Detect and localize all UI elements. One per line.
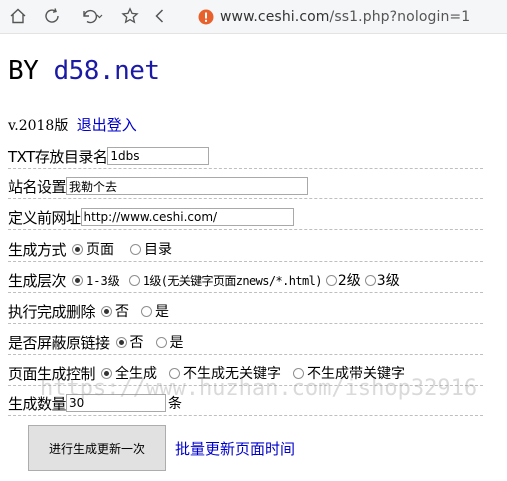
count-label: 生成数量 — [8, 394, 67, 413]
logout-link[interactable]: 退出登入 — [77, 116, 137, 134]
txt-dir-input[interactable] — [107, 147, 210, 165]
txt-dir-row: TXT存放目录名 — [8, 144, 483, 169]
address-bar[interactable]: www.ceshi.com/ss1.php?nologin=1 — [198, 5, 498, 29]
url-host: www.ceshi.com — [220, 9, 330, 25]
by-text: BY — [8, 56, 39, 86]
page-control-radio-with-keyword[interactable] — [293, 367, 305, 379]
shield-option-no: 否 — [129, 335, 144, 351]
gen-level-row: 生成层次 1-3级 1级(无关键字页面znews/*.html) 2级 3级 — [8, 268, 483, 293]
url-path: /ss1.php?nologin=1 — [329, 9, 471, 25]
gen-mode-radio-page[interactable] — [72, 243, 84, 255]
page-control-row: 页面生成控制 全生成 不生成无关键字 不生成带关键字 — [8, 361, 483, 386]
page-control-option-no-keyword: 不生成无关键字 — [183, 366, 282, 382]
version-label: v.2018版 — [8, 118, 69, 134]
gen-level-radio-1-3[interactable] — [72, 274, 84, 286]
gen-level-option-1: 1级(无关键字页面znews/*.html) — [142, 273, 323, 288]
url-row: 定义前网址 — [8, 205, 483, 230]
gen-mode-radio-dir[interactable] — [130, 243, 142, 255]
page-control-option-all: 全生成 — [115, 366, 158, 382]
gen-level-label: 生成层次 — [8, 271, 67, 290]
shield-option-yes: 是 — [169, 335, 184, 351]
url-label: 定义前网址 — [8, 208, 81, 227]
delete-option-yes: 是 — [155, 304, 170, 320]
page-control-option-with-keyword: 不生成带关键字 — [307, 366, 406, 382]
back-icon[interactable] — [148, 4, 172, 28]
site-link[interactable]: d58.net — [53, 56, 160, 86]
gen-mode-option-page: 页面 — [86, 242, 115, 258]
page-control-radio-no-keyword[interactable] — [169, 367, 181, 379]
page-control-label: 页面生成控制 — [8, 364, 96, 383]
delete-row: 执行完成删除 否 是 — [8, 299, 483, 324]
delete-radio-yes[interactable] — [141, 305, 153, 317]
delete-option-no: 否 — [115, 304, 130, 320]
gen-level-option-1-3: 1-3级 — [86, 273, 120, 288]
delete-radio-no[interactable] — [101, 305, 113, 317]
shield-radio-no[interactable] — [115, 336, 127, 348]
gen-level-radio-2[interactable] — [325, 274, 337, 286]
shield-row: 是否屏蔽原链接 否 是 — [8, 330, 483, 355]
star-icon[interactable] — [118, 4, 142, 28]
gen-level-option-3: 3级 — [376, 273, 400, 289]
count-unit: 条 — [168, 396, 183, 412]
version-row: v.2018版 退出登入 — [8, 114, 137, 135]
home-icon[interactable] — [6, 4, 30, 28]
undo-dropdown-icon[interactable] — [76, 4, 106, 28]
count-row: 生成数量 条 — [8, 391, 483, 416]
page-control-radio-all[interactable] — [101, 367, 113, 379]
shield-radio-yes[interactable] — [155, 336, 167, 348]
gen-level-radio-3[interactable] — [364, 274, 376, 286]
run-generate-button[interactable]: 进行生成更新一次 — [28, 425, 166, 471]
site-name-row: 站名设置 — [8, 174, 483, 199]
txt-dir-label: TXT存放目录名 — [8, 147, 108, 166]
site-title: BY d58.net — [8, 56, 160, 86]
url-text: www.ceshi.com/ss1.php?nologin=1 — [220, 9, 470, 25]
browser-toolbar: www.ceshi.com/ss1.php?nologin=1 — [0, 0, 507, 34]
warning-icon — [198, 9, 214, 25]
batch-update-link[interactable]: 批量更新页面时间 — [175, 438, 295, 459]
refresh-icon[interactable] — [40, 4, 64, 28]
gen-mode-label: 生成方式 — [8, 240, 67, 259]
gen-mode-row: 生成方式 页面 目录 — [8, 237, 483, 262]
count-input[interactable] — [66, 394, 167, 412]
site-name-label: 站名设置 — [8, 177, 67, 196]
url-input[interactable] — [80, 208, 294, 226]
site-name-input[interactable] — [66, 177, 309, 195]
gen-level-option-2: 2级 — [337, 273, 361, 289]
shield-label: 是否屏蔽原链接 — [8, 333, 110, 352]
gen-level-radio-1[interactable] — [128, 274, 140, 286]
gen-mode-option-dir: 目录 — [144, 242, 173, 258]
delete-label: 执行完成删除 — [8, 302, 96, 321]
